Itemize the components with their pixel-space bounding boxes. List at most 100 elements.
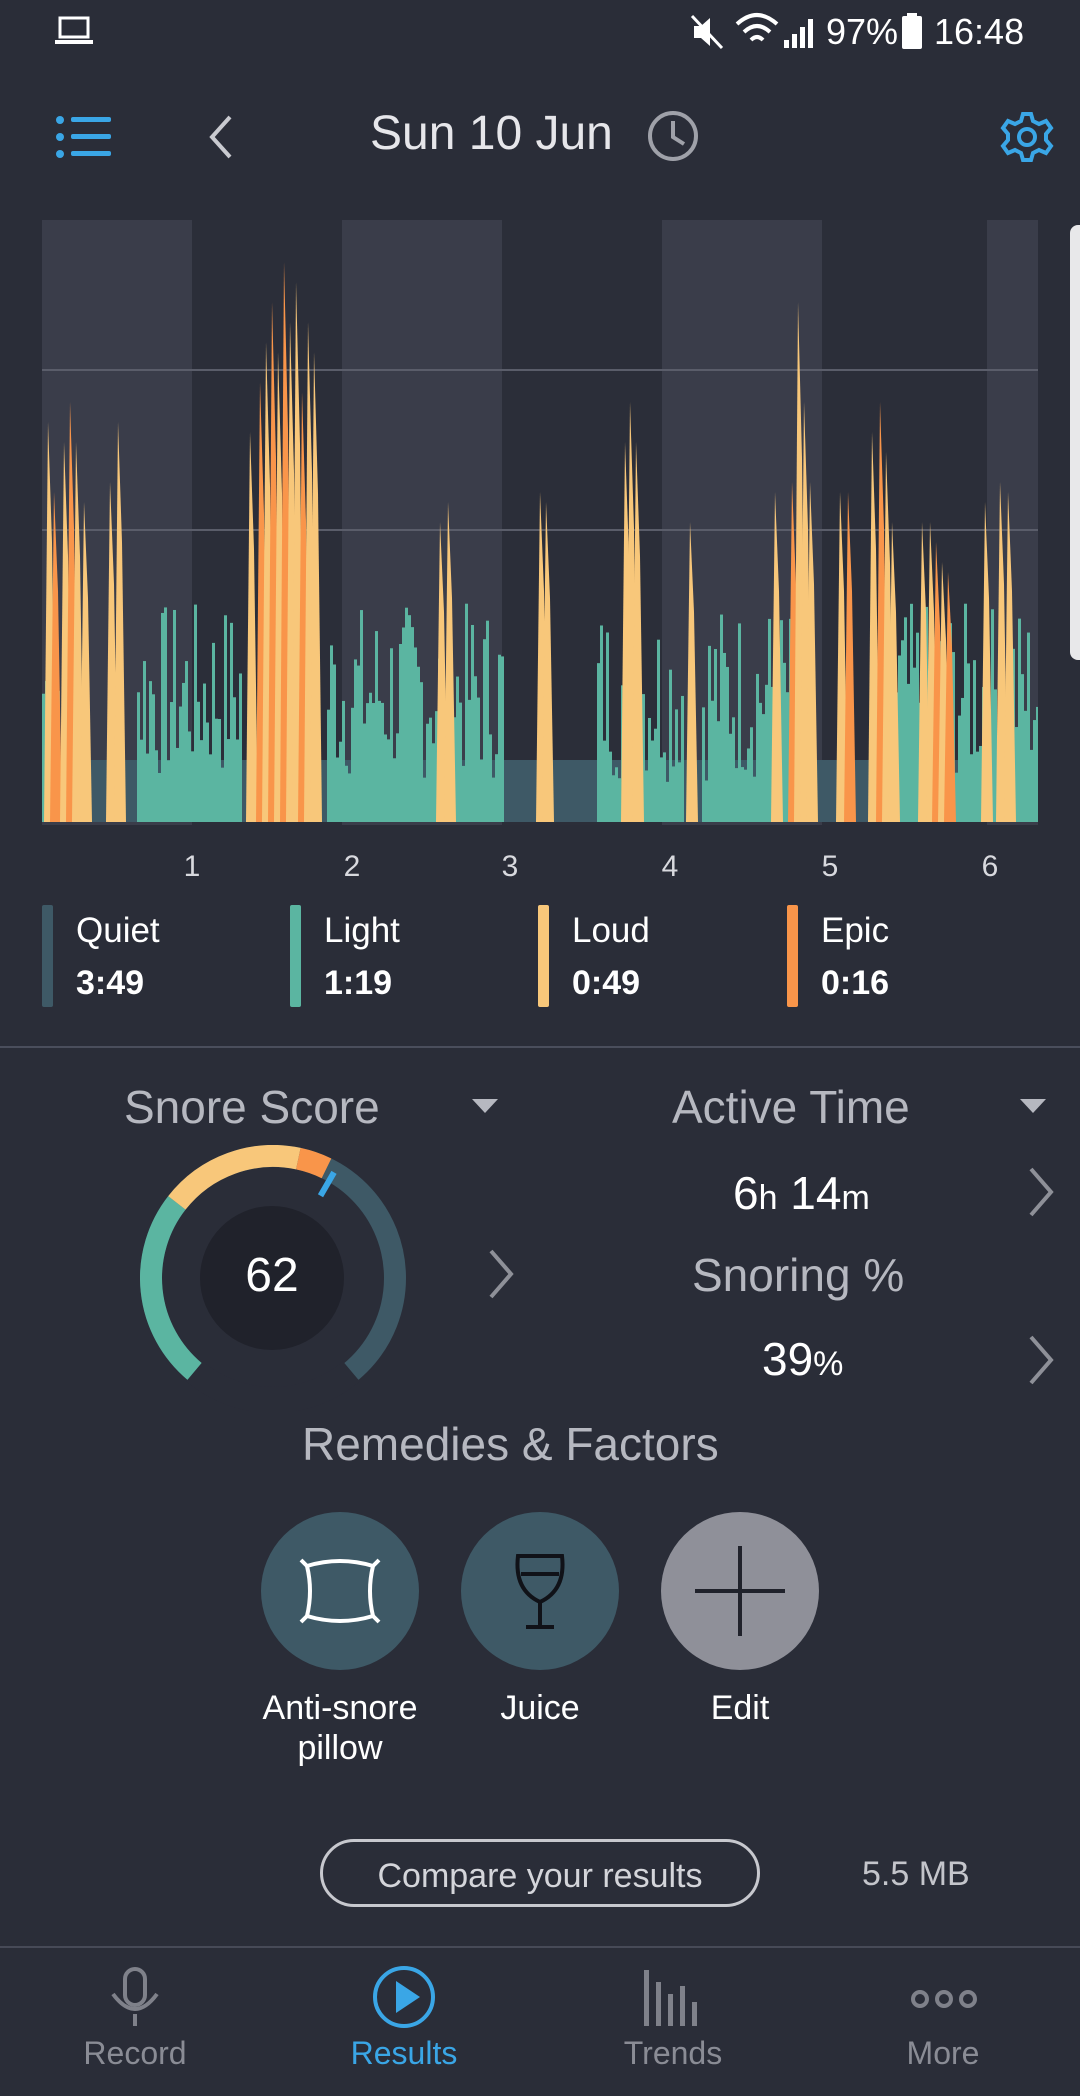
light-series (1027, 632, 1030, 822)
light-series (366, 703, 369, 822)
light-series (477, 697, 480, 822)
back-chevron-icon[interactable] (206, 114, 236, 160)
light-series (173, 609, 176, 822)
legend-swatch (290, 905, 301, 1007)
score-chevron-icon[interactable] (486, 1248, 516, 1300)
gauge-gap (186, 1361, 360, 1411)
gauge-loud-arc (168, 1145, 301, 1210)
light-series (197, 701, 200, 822)
light-series (206, 722, 209, 822)
light-series (209, 754, 212, 822)
mute-icon (690, 14, 724, 50)
bars-icon[interactable] (640, 1970, 704, 2028)
light-series (1024, 710, 1027, 822)
microphone-icon[interactable] (105, 1966, 165, 2030)
light-series (224, 615, 227, 822)
active-time-chevron-icon[interactable] (1026, 1166, 1056, 1218)
light-series (417, 666, 420, 822)
legend-value: 0:49 (572, 964, 641, 1002)
play-icon[interactable] (371, 1964, 437, 2030)
remedies-title: Remedies & Factors (302, 1418, 719, 1470)
light-series (961, 697, 964, 822)
legend-name: Light (324, 911, 400, 950)
remedy-juice-button[interactable] (461, 1512, 619, 1670)
light-series (720, 614, 723, 822)
active-dropdown-icon[interactable] (1018, 1097, 1048, 1117)
x-tick-label: 5 (821, 850, 839, 883)
light-series (486, 620, 489, 822)
remedy-edit-label: Edit (710, 1689, 770, 1727)
light-series (146, 753, 149, 822)
light-series (378, 700, 381, 822)
light-series (176, 747, 179, 822)
legend-value: 1:19 (324, 964, 393, 1002)
light-series (336, 757, 339, 822)
tab-trends[interactable]: Trends (573, 2035, 773, 2072)
light-series (672, 766, 675, 822)
light-series (1036, 706, 1038, 822)
light-series (714, 649, 717, 822)
snore-chart[interactable] (42, 200, 1038, 825)
light-series (357, 665, 360, 822)
light-series (663, 752, 666, 822)
dots-icon[interactable] (910, 1985, 978, 2013)
compare-results-button[interactable]: Compare your results (320, 1839, 760, 1907)
light-series (333, 664, 336, 822)
snoring-percent-value[interactable]: 39% (762, 1332, 843, 1386)
light-series (744, 769, 747, 822)
light-series (600, 625, 603, 822)
history-clock-icon[interactable] (646, 109, 700, 163)
light-series (381, 702, 384, 822)
light-series (723, 652, 726, 822)
remedy-edit-button[interactable] (661, 1512, 819, 1670)
snore-chart-canvas (42, 220, 1038, 825)
light-series (612, 775, 615, 822)
score-dropdown-icon[interactable] (470, 1097, 500, 1117)
battery-percent: 97% (826, 11, 899, 52)
light-series (501, 656, 504, 822)
legend-swatch (538, 905, 549, 1007)
menu-icon[interactable] (56, 116, 112, 158)
light-series (717, 721, 720, 822)
recording-size: 5.5 MB (862, 1855, 970, 1893)
settings-gear-icon[interactable] (1000, 110, 1054, 164)
light-series (390, 648, 393, 822)
light-series (420, 682, 423, 822)
plus-icon (695, 1546, 785, 1636)
x-tick-label: 4 (661, 850, 679, 883)
divider (0, 1046, 1080, 1048)
signal-icon (784, 19, 813, 48)
light-series (732, 717, 735, 822)
active-time-value[interactable]: 6h 14m (733, 1166, 870, 1220)
light-series (910, 603, 913, 822)
light-series (651, 740, 654, 822)
clock: 16:48 (934, 11, 1025, 52)
snoring-chevron-icon[interactable] (1026, 1334, 1056, 1386)
light-series (1018, 618, 1021, 822)
light-series (423, 777, 426, 822)
light-series (143, 661, 146, 822)
active-time-title[interactable]: Active Time (672, 1080, 910, 1134)
tab-more[interactable]: More (843, 2035, 1043, 2072)
snore-score-title[interactable]: Snore Score (124, 1080, 380, 1134)
battery-icon (902, 13, 922, 49)
light-series (462, 765, 465, 822)
light-series (904, 617, 907, 822)
page-title[interactable]: Sun 10 Jun (370, 106, 613, 161)
light-series (230, 622, 233, 822)
remedy-pillow-button[interactable] (261, 1512, 419, 1670)
scroll-handle[interactable] (1070, 225, 1080, 660)
light-series (239, 673, 242, 822)
light-series (167, 760, 170, 822)
light-series (495, 754, 498, 822)
light-series (342, 700, 345, 822)
light-series (459, 702, 462, 822)
gauge-epic-arc (295, 1147, 332, 1179)
light-series (212, 642, 215, 822)
tab-record[interactable]: Record (35, 2035, 235, 2072)
light-series (227, 739, 230, 822)
light-series (384, 734, 387, 822)
tab-results[interactable]: Results (304, 2035, 504, 2072)
light-series (339, 741, 342, 822)
light-series (170, 702, 173, 822)
